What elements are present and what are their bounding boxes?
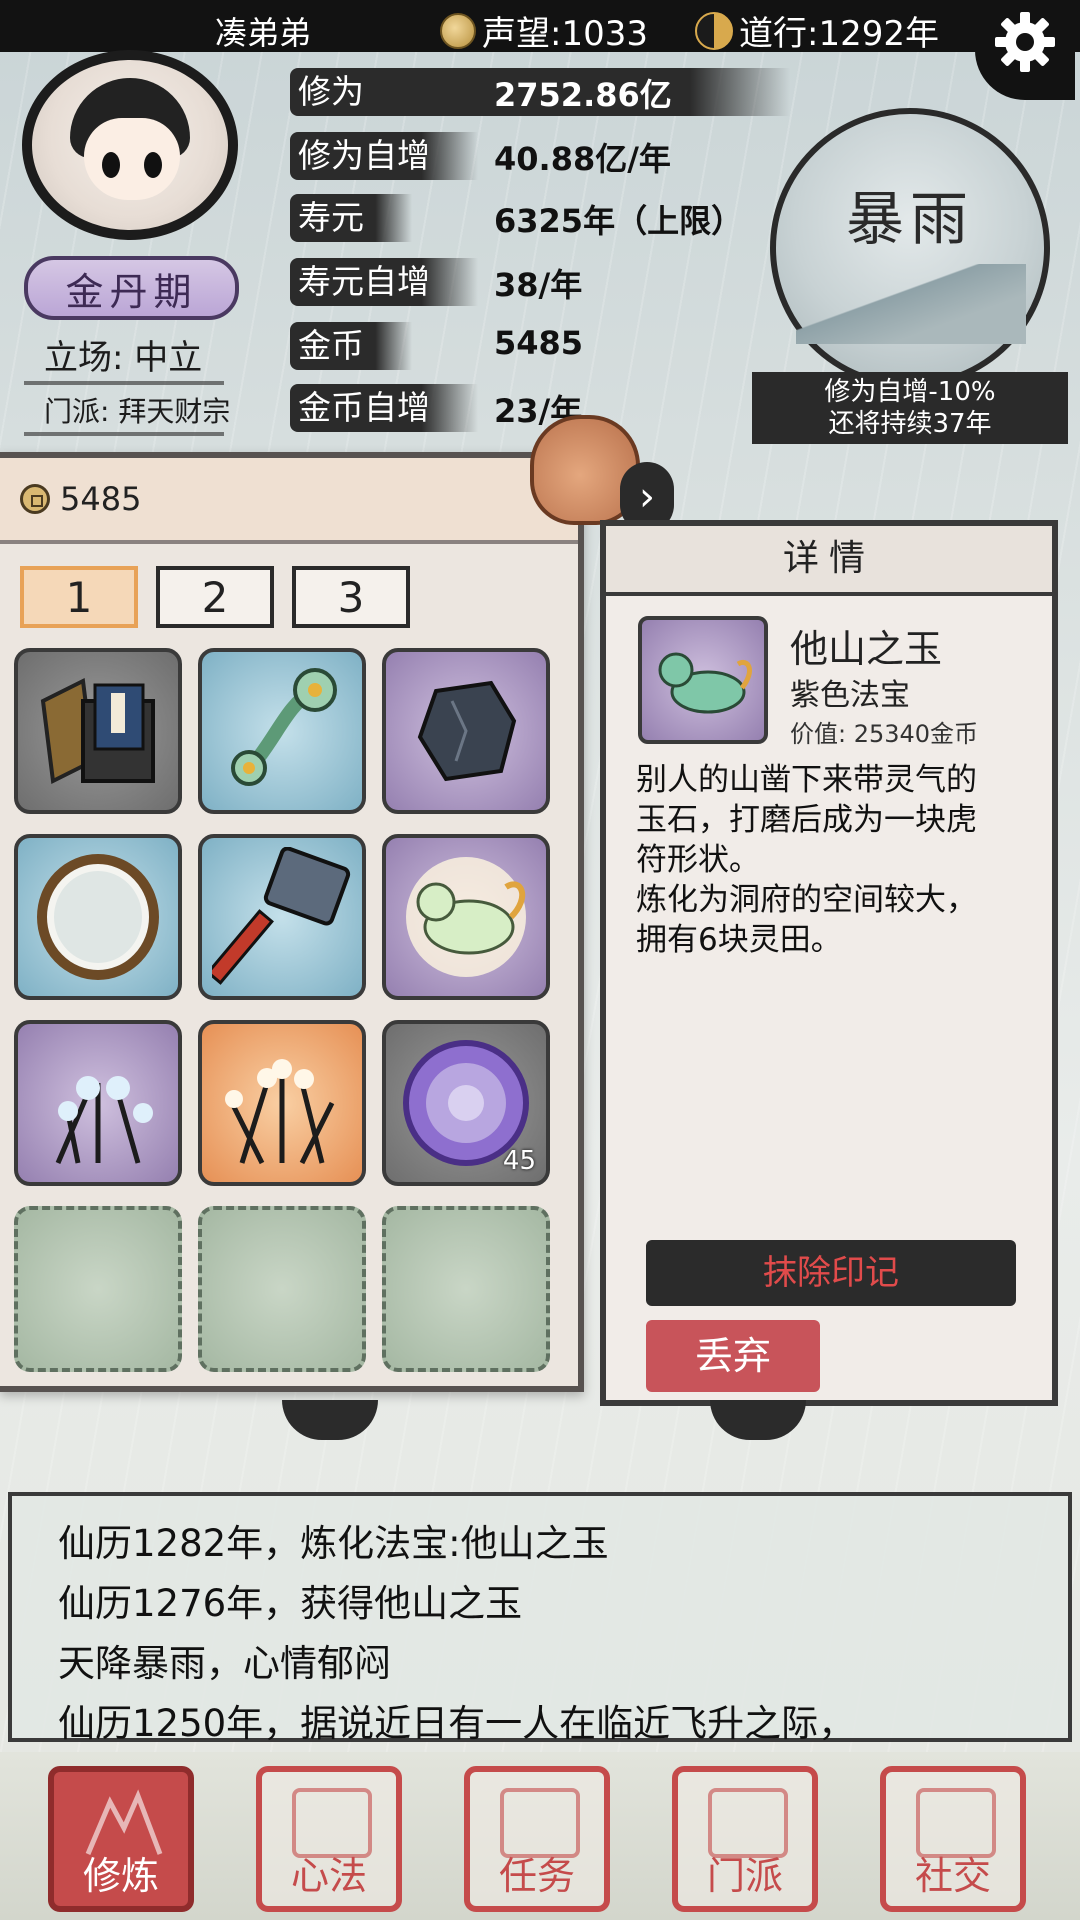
pavilion-icon xyxy=(708,1788,788,1858)
dao-stat: 道行:1292年 xyxy=(695,6,939,55)
scroll-icon xyxy=(292,1788,372,1858)
stance-label: 立场: 中立 xyxy=(23,330,225,385)
inventory-slot[interactable] xyxy=(382,648,550,814)
inventory-slot[interactable] xyxy=(14,834,182,1000)
item-count: 45 xyxy=(502,1146,536,1176)
chevron-right-icon: › xyxy=(639,474,655,520)
discard-button[interactable]: 丢弃 xyxy=(646,1320,820,1392)
coin-icon xyxy=(20,484,50,514)
stat-value: 6325年（上限） xyxy=(494,202,744,240)
nav-social[interactable]: 社交 xyxy=(880,1766,1026,1912)
inventory-coin-bar: 5485 xyxy=(0,458,578,544)
book-box-icon xyxy=(40,677,155,785)
stat-label: 寿元 xyxy=(290,194,412,242)
log-entry: 仙历1250年，据说近日有一人在临近飞升之际， xyxy=(58,1702,856,1745)
fame-coin-icon xyxy=(440,12,476,49)
stat-value: 38/年 xyxy=(494,266,583,304)
top-status-bar: 凑弟弟 声望:1033 道行:1292年 xyxy=(0,0,1080,55)
mountain-icon xyxy=(85,1789,163,1855)
stat-value: 2752.86亿 xyxy=(494,76,672,114)
white-flower-herb-icon xyxy=(225,1059,335,1165)
inventory-slot[interactable]: 45 xyxy=(382,1020,550,1186)
mountain-scenery xyxy=(796,264,1026,344)
sect-label: 门派: 拜天财宗 xyxy=(23,390,230,436)
weather-effect-note: 修为自增-10% 还将持续37年 xyxy=(752,372,1068,444)
inventory-slot[interactable] xyxy=(198,1020,366,1186)
empty-slot[interactable] xyxy=(14,1206,182,1372)
log-entry: 仙历1282年，炼化法宝:他山之玉 xyxy=(58,1522,609,1565)
detail-item-name: 他山之玉 xyxy=(790,627,943,671)
nav-tasks[interactable]: 任务 xyxy=(464,1766,610,1912)
detail-header: 详情 xyxy=(606,526,1052,596)
nav-cultivate[interactable]: 修炼 xyxy=(48,1766,194,1912)
detail-item-grade: 紫色法宝 xyxy=(790,678,910,713)
fame-text: 声望:1033 xyxy=(482,14,648,54)
stat-row-cultivation: 修为 2752.86亿 xyxy=(290,64,810,120)
log-entry: 天降暴雨，心情郁闷 xyxy=(58,1642,391,1685)
yinyang-icon xyxy=(695,11,733,50)
blue-flower-herb-icon xyxy=(55,1076,153,1164)
stat-row-lifespan-rate: 寿元自增 38/年 xyxy=(290,254,810,310)
weather-effect-line: 修为自增-10% xyxy=(824,377,996,407)
detail-item-description: 别人的山凿下来带灵气的 玉石，打磨后成为一块虎 符形状。 炼化为洞府的空间较大，… xyxy=(636,762,977,958)
avatar[interactable] xyxy=(22,50,238,240)
erase-seal-button[interactable]: 抹除印记 xyxy=(646,1240,1016,1306)
glowing-beast-icon xyxy=(406,857,526,977)
avatar-eye xyxy=(144,152,162,178)
dark-stone-icon xyxy=(417,680,517,782)
quest-scroll-icon xyxy=(500,1788,580,1858)
event-log[interactable]: 仙历1282年，炼化法宝:他山之玉 仙历1276年，获得他山之玉 天降暴雨，心情… xyxy=(8,1492,1072,1745)
tab-page-2[interactable]: 2 xyxy=(156,566,274,628)
log-entry: 仙历1276年，获得他山之玉 xyxy=(58,1582,523,1625)
hammer-icon xyxy=(212,847,351,985)
nav-methods[interactable]: 心法 xyxy=(256,1766,402,1912)
weather-emblem[interactable]: 暴雨 xyxy=(770,108,1050,388)
empty-slot[interactable] xyxy=(382,1206,550,1372)
inventory-slot[interactable] xyxy=(198,834,366,1000)
stat-row-lifespan: 寿元 6325年（上限） xyxy=(290,190,810,246)
dao-text: 道行:1292年 xyxy=(739,14,939,54)
avatar-eye xyxy=(102,152,120,178)
stat-row-gold: 金币 5485 xyxy=(290,318,810,374)
rank-badge: 金丹期 xyxy=(24,256,239,320)
jade-tiger-icon xyxy=(658,652,753,714)
decorative-ink-blob xyxy=(710,1400,806,1440)
inventory-slot[interactable] xyxy=(198,648,366,814)
weather-effect-line: 还将持续37年 xyxy=(828,409,992,439)
inventory-coin-count: 5485 xyxy=(60,480,142,518)
nav-sect[interactable]: 门派 xyxy=(672,1766,818,1912)
player-name: 凑弟弟 xyxy=(215,14,312,52)
tab-page-3[interactable]: 3 xyxy=(292,566,410,628)
stat-label: 寿元自增 xyxy=(290,258,478,306)
stat-value: 40.88亿/年 xyxy=(494,140,671,178)
detail-item-thumbnail xyxy=(638,616,768,744)
weather-title: 暴雨 xyxy=(845,185,974,253)
gear-icon xyxy=(995,12,1055,72)
decorative-ink-blob xyxy=(282,1400,378,1440)
bottom-navigation: 修炼 心法 任务 门派 社交 xyxy=(0,1752,1080,1920)
settings-button[interactable] xyxy=(975,0,1075,100)
people-icon xyxy=(916,1788,996,1858)
empty-slot[interactable] xyxy=(198,1206,366,1372)
tab-page-1[interactable]: 1 xyxy=(20,566,138,628)
stat-value: 5485 xyxy=(494,324,584,362)
detail-item-value: 价值: 25340金币 xyxy=(790,720,979,748)
stat-label: 金币自增 xyxy=(290,384,478,432)
stat-label: 修为自增 xyxy=(290,132,478,180)
stat-label: 金币 xyxy=(290,322,412,370)
avatar-face xyxy=(84,118,180,200)
mirror-icon xyxy=(37,854,159,980)
item-detail-panel: 详情 他山之玉 紫色法宝 价值: 25340金币 别人的山凿下来带灵气的 玉石，… xyxy=(600,520,1058,1406)
fame-stat: 声望:1033 xyxy=(440,6,648,55)
inventory-slot[interactable] xyxy=(14,1020,182,1186)
stat-row-cultivation-rate: 修为自增 40.88亿/年 xyxy=(290,128,810,184)
inventory-slot[interactable] xyxy=(382,834,550,1000)
jade-ruyi-icon xyxy=(231,668,337,786)
inventory-slot[interactable] xyxy=(14,648,182,814)
